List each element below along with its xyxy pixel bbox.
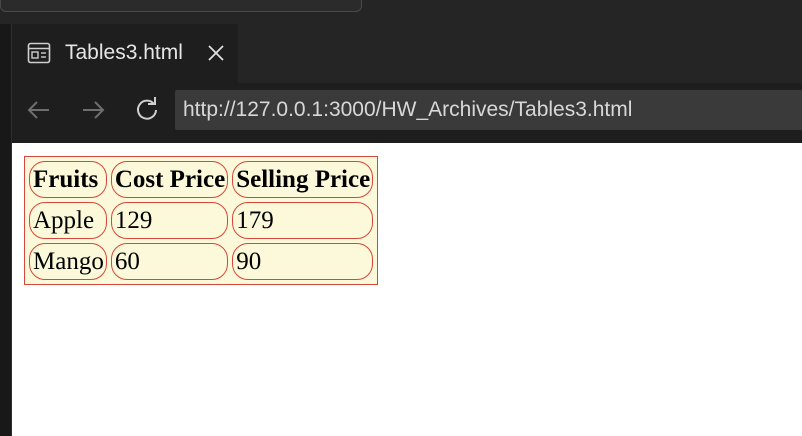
table-cell: Mango	[29, 243, 107, 280]
tab-tables3[interactable]: Tables3.html	[12, 24, 238, 83]
fruit-price-table: Fruits Cost Price Selling Price Apple 12…	[24, 156, 379, 285]
editor-left-rail	[0, 24, 12, 436]
table-cell: 90	[232, 243, 374, 280]
table-cell: 179	[232, 202, 374, 239]
header-selling-price: Selling Price	[232, 161, 374, 198]
table-row: Apple 129 179	[29, 202, 374, 239]
table-cell: Apple	[29, 202, 107, 239]
table-cell: 129	[110, 202, 229, 239]
url-text: http://127.0.0.1:3000/HW_Archives/Tables…	[183, 98, 633, 121]
table-cell: 60	[110, 243, 229, 280]
reload-icon[interactable]	[132, 95, 162, 125]
table-row: Mango 60 90	[29, 243, 374, 280]
url-input[interactable]: http://127.0.0.1:3000/HW_Archives/Tables…	[175, 90, 802, 130]
tab-title: Tables3.html	[65, 41, 183, 64]
forward-arrow-icon[interactable]	[78, 95, 108, 125]
command-center-edge[interactable]	[0, 0, 362, 12]
page-viewport: Fruits Cost Price Selling Price Apple 12…	[12, 143, 802, 436]
close-icon[interactable]	[205, 42, 227, 64]
back-arrow-icon[interactable]	[24, 95, 54, 125]
header-cost-price: Cost Price	[110, 161, 229, 198]
editor-tab-bar: Tables3.html	[12, 24, 802, 83]
browser-nav-bar: http://127.0.0.1:3000/HW_Archives/Tables…	[12, 83, 802, 143]
window-top-strip	[0, 0, 802, 24]
preview-icon	[27, 42, 51, 64]
table-header-row: Fruits Cost Price Selling Price	[29, 161, 374, 198]
header-fruits: Fruits	[29, 161, 107, 198]
